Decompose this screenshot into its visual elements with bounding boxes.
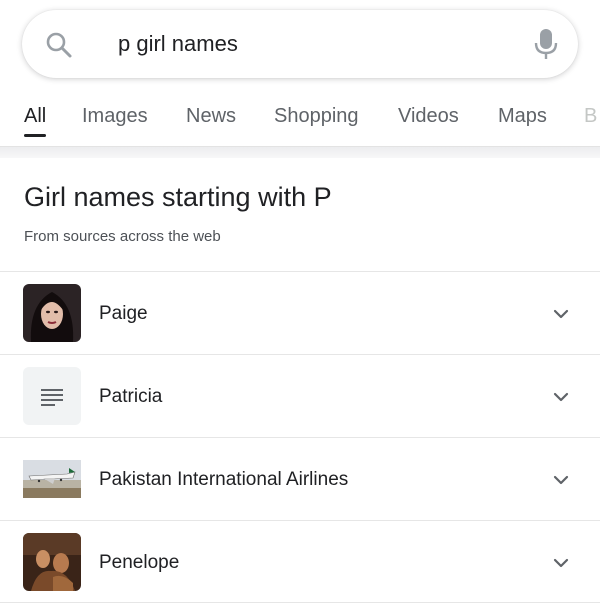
list-item-pakistan-international-airlines[interactable]: Pakistan International Airlines: [0, 437, 600, 520]
list-item-paige[interactable]: Paige: [0, 271, 600, 354]
list-item-label: Penelope: [99, 552, 180, 573]
chevron-down-icon[interactable]: [552, 388, 570, 406]
list-item-label: Paige: [99, 303, 148, 324]
card-title: Girl names starting with P: [24, 182, 332, 212]
microphone-icon[interactable]: [534, 27, 558, 61]
tab-videos[interactable]: Videos: [398, 100, 459, 132]
list-item-patricia[interactable]: Patricia: [0, 354, 600, 437]
list-item-label: Pakistan International Airlines: [99, 469, 349, 490]
card-subtitle: From sources across the web: [24, 228, 221, 245]
paige-thumbnail: [23, 284, 81, 342]
active-tab-indicator: [24, 134, 46, 137]
tab-images[interactable]: Images: [82, 100, 148, 132]
tab-all[interactable]: All: [24, 100, 46, 132]
tab-news[interactable]: News: [186, 100, 236, 132]
names-list: Paige Patricia Pakistan International Ai…: [0, 271, 600, 603]
search-input[interactable]: p girl names: [118, 10, 238, 78]
airplane-photo: [23, 450, 81, 508]
chevron-down-icon[interactable]: [552, 554, 570, 572]
portrait-photo: [23, 284, 81, 342]
chevron-down-icon[interactable]: [552, 471, 570, 489]
chevron-down-icon[interactable]: [552, 305, 570, 323]
search-icon[interactable]: [44, 30, 74, 60]
search-bar[interactable]: p girl names: [22, 10, 578, 78]
search-tabs: All Images News Shopping Videos Maps B: [0, 94, 600, 142]
patricia-thumbnail: [23, 367, 81, 425]
list-item-label: Patricia: [99, 386, 163, 407]
airlines-thumbnail: [23, 450, 81, 508]
section-divider: [0, 146, 600, 158]
tab-shopping[interactable]: Shopping: [274, 100, 359, 132]
penelope-thumbnail: [23, 533, 81, 591]
list-item-penelope[interactable]: Penelope: [0, 520, 600, 603]
tab-books-partial[interactable]: B: [584, 100, 597, 132]
tab-maps[interactable]: Maps: [498, 100, 547, 132]
text-lines-icon: [41, 389, 63, 406]
painting-photo: [23, 533, 81, 591]
